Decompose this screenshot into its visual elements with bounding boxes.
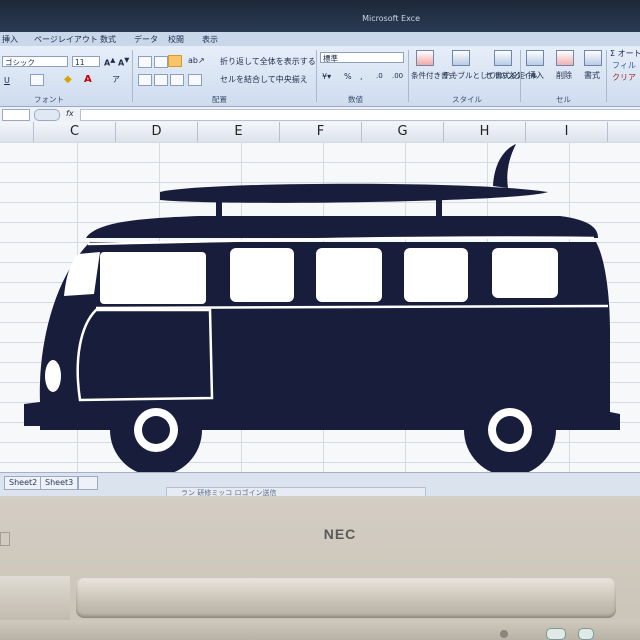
number-format-combo[interactable]: 標準 <box>320 52 404 63</box>
group-label-font: フォント <box>34 95 64 104</box>
insert-cells-button[interactable]: 挿入 <box>528 70 544 81</box>
comma-icon[interactable]: , <box>360 72 363 81</box>
power-indicator-icon <box>500 630 508 638</box>
underline-icon[interactable]: U <box>4 76 10 85</box>
sheet-tab-sheet3[interactable]: Sheet3 <box>40 476 79 490</box>
fill-button[interactable]: フィル <box>612 60 636 71</box>
decrease-decimal-icon[interactable]: .00 <box>392 72 403 80</box>
rear-window <box>492 248 558 298</box>
name-box[interactable] <box>2 109 30 121</box>
taskbar-item[interactable]: ラン 研修ミッコ ロゴイン送信 <box>166 487 426 496</box>
align-middle-icon[interactable] <box>154 56 168 68</box>
increase-decimal-icon[interactable]: .0 <box>376 72 383 80</box>
delete-cells-button[interactable]: 削除 <box>556 70 572 81</box>
table-format-icon[interactable] <box>452 50 470 66</box>
cell-style-icon[interactable] <box>494 50 512 66</box>
ribbon-separator <box>132 50 133 102</box>
group-label-number: 数値 <box>348 95 363 104</box>
bus-roof <box>86 216 598 238</box>
font-color-icon[interactable]: A <box>84 74 92 85</box>
laptop-screen: Microsoft Exce 挿入 ページレイアウト 数式 データ 校閲 表示 … <box>0 0 640 496</box>
windshield <box>64 252 100 296</box>
side-window <box>316 248 382 302</box>
border-icon[interactable] <box>30 74 44 86</box>
tab-review[interactable]: 校閲 <box>168 34 184 45</box>
rear-wheel-hub <box>496 416 524 444</box>
grow-font-icon[interactable]: A▲ <box>104 56 115 68</box>
surfboard-fin <box>493 144 516 188</box>
formula-bar: fx <box>0 107 640 123</box>
clear-button[interactable]: クリア <box>612 72 636 83</box>
align-left-icon[interactable] <box>138 74 152 86</box>
align-top-icon[interactable] <box>138 56 152 68</box>
new-sheet-tab[interactable] <box>78 476 98 490</box>
formula-input[interactable] <box>80 109 640 121</box>
group-label-alignment: 配置 <box>212 95 227 104</box>
keyboard-deck <box>0 620 640 640</box>
ribbon-separator <box>408 50 409 102</box>
fx-icon[interactable]: fx <box>66 109 74 118</box>
phonetic-icon[interactable]: ア <box>112 74 120 85</box>
orientation-icon[interactable]: ab↗ <box>188 56 205 65</box>
sheet-tab-sheet2[interactable]: Sheet2 <box>4 476 43 490</box>
side-window <box>230 248 294 302</box>
align-bottom-icon[interactable] <box>168 55 182 67</box>
wrap-text-button[interactable]: 折り返して全体を表示する <box>220 56 316 67</box>
align-right-icon[interactable] <box>170 74 184 86</box>
indent-icon[interactable] <box>188 74 202 86</box>
tab-page-layout[interactable]: ページレイアウト <box>34 34 98 45</box>
group-label-cells: セル <box>556 95 571 104</box>
percent-icon[interactable]: % <box>344 72 352 81</box>
eco-indicator-led <box>546 628 566 640</box>
formula-cancel-icon[interactable] <box>34 109 60 121</box>
window-title: Microsoft Exce <box>362 14 420 23</box>
ribbon-separator <box>606 50 607 102</box>
headlight <box>45 360 61 392</box>
format-cells-icon[interactable] <box>584 50 602 66</box>
status-indicator-led <box>578 628 594 640</box>
side-window <box>404 248 468 302</box>
hinge-left <box>0 576 70 622</box>
title-bar: Microsoft Exce <box>0 0 640 32</box>
autosum-button[interactable]: Σ オート <box>610 48 640 59</box>
tab-view[interactable]: 表示 <box>202 34 218 45</box>
align-center-icon[interactable] <box>154 74 168 86</box>
tab-formulas[interactable]: 数式 <box>100 34 116 45</box>
fill-color-icon[interactable]: ◆ <box>64 74 72 85</box>
format-cells-button[interactable]: 書式 <box>584 70 600 81</box>
laptop-brand-logo: NEC <box>323 526 357 542</box>
shrink-font-icon[interactable]: A▼ <box>118 56 129 68</box>
front-side-window <box>100 252 206 304</box>
delete-cells-icon[interactable] <box>556 50 574 66</box>
bezel-indicator <box>0 532 10 546</box>
ribbon-separator <box>520 50 521 102</box>
tab-data[interactable]: データ <box>134 34 158 45</box>
font-size-combo[interactable]: 11 <box>72 56 100 67</box>
laptop-hinge <box>76 578 616 618</box>
sheet-tab-bar: Sheet2 Sheet3 ラン 研修ミッコ ロゴイン送信 <box>0 472 640 496</box>
group-label-style: スタイル <box>452 95 482 104</box>
ribbon: ゴシック 11 A▲ A▼ U ◆ A ア フォント ab↗ 折り返して全体を表… <box>0 46 640 107</box>
insert-cells-icon[interactable] <box>526 50 544 66</box>
font-name-combo[interactable]: ゴシック <box>2 56 68 67</box>
surf-bus-image[interactable] <box>0 130 640 475</box>
ribbon-separator <box>316 50 317 102</box>
tab-insert[interactable]: 挿入 <box>2 34 18 45</box>
front-wheel-hub <box>142 416 170 444</box>
merge-center-button[interactable]: セルを結合して中央揃え <box>220 74 308 85</box>
currency-icon[interactable]: ¥▾ <box>322 72 331 81</box>
ribbon-tabs: 挿入 ページレイアウト 数式 データ 校閲 表示 <box>0 32 640 46</box>
conditional-format-icon[interactable] <box>416 50 434 66</box>
surfboard <box>160 183 548 203</box>
